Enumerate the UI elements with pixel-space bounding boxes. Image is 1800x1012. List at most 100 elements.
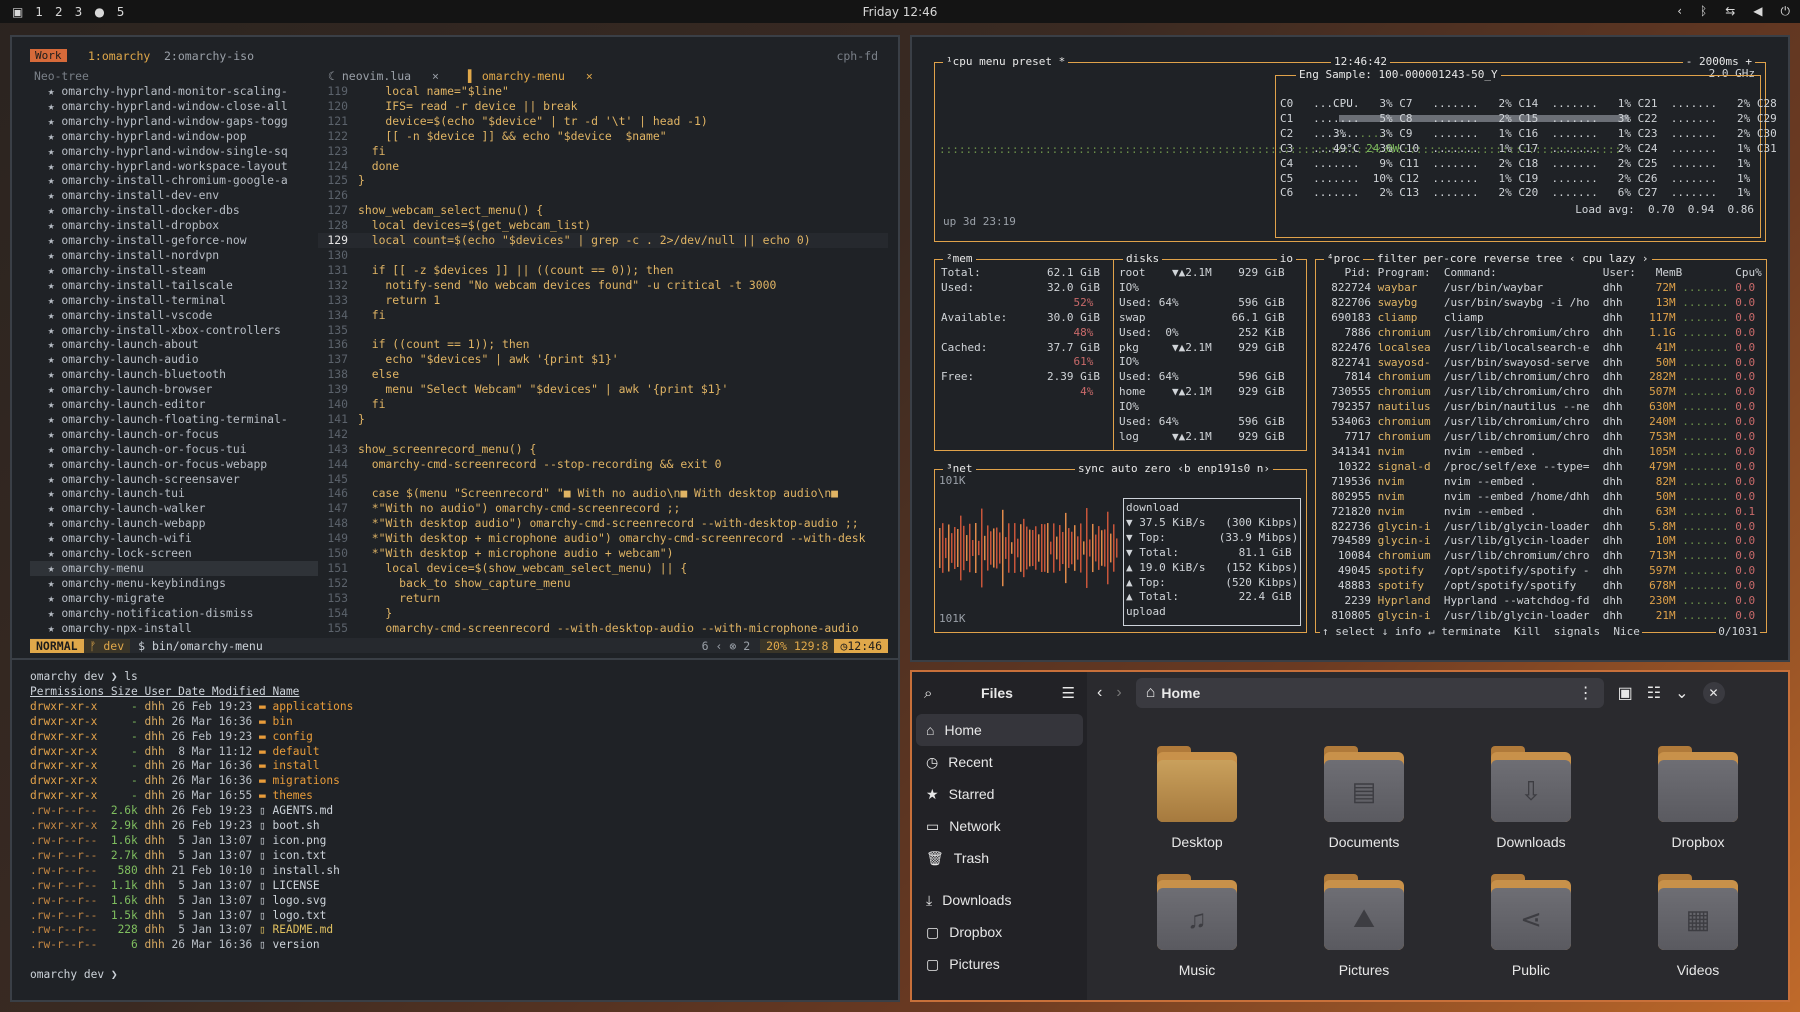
tree-item[interactable]: ★ omarchy-hyprland-window-close-all <box>30 99 318 114</box>
tmux-window-1[interactable]: 1:omarchy <box>88 49 150 63</box>
process-row[interactable]: 7717 chromium /usr/lib/chromium/chro dhh… <box>1318 430 1755 445</box>
folder-dropbox[interactable]: Dropbox <box>1653 746 1743 850</box>
files-window[interactable]: ⌕ Files ☰ ⌂ Home ◷ Recent ★ Starred ▭ Network 🗑 T… <box>910 670 1790 1002</box>
place-network[interactable]: ▭ Network <box>912 810 1087 842</box>
terminal-window[interactable]: omarchy dev ❯ ls Permissions Size User Da… <box>10 660 900 1002</box>
tree-item[interactable]: ★ omarchy-hyprland-monitor-scaling- <box>30 84 318 99</box>
neovim-window[interactable]: Work 1:omarchy 2:omarchy-iso cph-fd Neo-… <box>10 35 900 660</box>
tree-item[interactable]: ★ omarchy-install-geforce-now <box>30 233 318 248</box>
tab-omarchy-menu[interactable]: ▌ omarchy-menu × <box>468 69 593 83</box>
process-row[interactable]: 822706 swaybg /usr/bin/swaybg -i /ho dhh… <box>1318 296 1755 311</box>
menu-button[interactable]: menu <box>979 55 1006 68</box>
tree-item[interactable]: ★ omarchy-install-xbox-controllers <box>30 323 318 338</box>
tray-icon-4[interactable]: ⏻ <box>1781 4 1791 19</box>
process-list[interactable]: 822724 waybar /usr/bin/waybar dhh 72M ..… <box>1318 281 1755 624</box>
place-downloads[interactable]: ⤓ Downloads <box>912 884 1087 916</box>
process-row[interactable]: 721820 nvim nvim --embed . dhh 63M .....… <box>1318 505 1755 520</box>
proc-options[interactable]: filter per-core reverse tree ‹ cpu lazy … <box>1374 252 1652 265</box>
tree-item[interactable]: ★ omarchy-launch-bluetooth <box>30 367 318 382</box>
folder-documents[interactable]: ▤ Documents <box>1319 746 1409 850</box>
process-row[interactable]: 719536 nvim nvim --embed . dhh 82M .....… <box>1318 475 1755 490</box>
close-icon[interactable]: ✕ <box>1702 682 1725 704</box>
search-icon[interactable]: ⌕ <box>924 685 932 702</box>
tree-item[interactable]: ★ omarchy-launch-walker <box>30 501 318 516</box>
tree-item[interactable]: ★ omarchy-menu <box>30 561 318 576</box>
tree-item[interactable]: ★ omarchy-install-chromium-google-a <box>30 173 318 188</box>
process-row[interactable]: 822476 localsea /usr/lib/localsearch-e d… <box>1318 341 1755 356</box>
tree-item[interactable]: ★ omarchy-install-vscode <box>30 308 318 323</box>
tab-neovim-lua[interactable]: ☾ neovim.lua × <box>328 69 439 83</box>
process-row[interactable]: 7814 chromium /usr/lib/chromium/chro dhh… <box>1318 370 1755 385</box>
folder-videos[interactable]: ▦ Videos <box>1653 874 1743 978</box>
tree-item[interactable]: ★ omarchy-launch-editor <box>30 397 318 412</box>
tray-icon-3[interactable]: ◀ <box>1753 4 1762 19</box>
btop-window[interactable]: ¹cpu menu preset * 12:46:42 - 2000ms + 2… <box>910 35 1790 662</box>
file-name[interactable]: ▬ themes <box>259 789 313 802</box>
file-name[interactable]: ▯ boot.sh <box>259 819 320 832</box>
process-row[interactable]: 794589 glycin-i /usr/lib/glycin-loader d… <box>1318 534 1755 549</box>
file-name[interactable]: ▬ bin <box>259 715 293 728</box>
workspace-2[interactable]: 2 <box>55 5 63 19</box>
process-row[interactable]: 730555 chromium /usr/lib/chromium/chro d… <box>1318 385 1755 400</box>
menu-icon[interactable]: ☰ <box>1062 684 1075 702</box>
tree-item[interactable]: ★ omarchy-launch-browser <box>30 382 318 397</box>
file-name[interactable]: ▯ AGENTS.md <box>259 804 333 817</box>
process-row[interactable]: 802955 nvim nvim --embed /home/dhh dhh 5… <box>1318 490 1755 505</box>
tree-item[interactable]: ★ omarchy-notification-dismiss <box>30 606 318 621</box>
file-name[interactable]: ▯ logo.txt <box>259 909 326 922</box>
tree-item[interactable]: ★ omarchy-launch-audio <box>30 352 318 367</box>
tree-item[interactable]: ★ omarchy-launch-wifi <box>30 531 318 546</box>
file-name[interactable]: ▬ config <box>259 730 313 743</box>
workspace-1[interactable]: 1 <box>35 5 43 19</box>
file-name[interactable]: ▬ migrations <box>259 774 340 787</box>
path-bar[interactable]: ⌂ Home ⋮ <box>1135 678 1604 708</box>
folder-downloads[interactable]: ⇩ Downloads <box>1486 746 1576 850</box>
clock[interactable]: Friday 12:46 <box>863 5 938 19</box>
tree-item[interactable]: ★ omarchy-launch-or-focus-tui <box>30 442 318 457</box>
preset-button[interactable]: preset * <box>1012 55 1065 68</box>
tray-icon-1[interactable]: ᛒ <box>1700 4 1707 19</box>
process-row[interactable]: 822736 glycin-i /usr/lib/glycin-loader d… <box>1318 520 1755 535</box>
file-name[interactable]: ▯ logo.svg <box>259 894 326 907</box>
process-row[interactable]: 534063 chromium /usr/lib/chromium/chro d… <box>1318 415 1755 430</box>
folder-desktop[interactable]: Desktop <box>1152 746 1242 850</box>
tree-item[interactable]: ★ omarchy-lock-screen <box>30 546 318 561</box>
tree-item[interactable]: ★ omarchy-launch-or-focus-webapp <box>30 457 318 472</box>
tree-item[interactable]: ★ omarchy-hyprland-window-gaps-togg <box>30 114 318 129</box>
folder-music[interactable]: ♫ Music <box>1152 874 1242 978</box>
process-row[interactable]: 822724 waybar /usr/bin/waybar dhh 72M ..… <box>1318 281 1755 296</box>
net-options[interactable]: sync auto zero ‹b enp191s0 n› <box>1075 462 1274 475</box>
process-row[interactable]: 10084 chromium /usr/lib/chromium/chro dh… <box>1318 549 1755 564</box>
tree-item[interactable]: ★ omarchy-migrate <box>30 591 318 606</box>
io-toggle[interactable]: io <box>1276 252 1296 265</box>
tmux-window-2[interactable]: 2:omarchy-iso <box>164 49 254 63</box>
proc-footer[interactable]: ↑ select ↓ info ↵ terminate Kill signals… <box>1320 625 1642 640</box>
back-icon[interactable]: ‹ <box>1097 684 1102 702</box>
process-row[interactable]: 690183 cliamp cliamp dhh 117M ....... 0.… <box>1318 311 1755 326</box>
process-row[interactable]: 792357 nautilus /usr/bin/nautilus --ne d… <box>1318 400 1755 415</box>
file-tree[interactable]: ★ omarchy-hyprland-monitor-scaling- ★ om… <box>30 84 318 644</box>
tree-item[interactable]: ★ omarchy-install-steam <box>30 263 318 278</box>
file-name[interactable]: ▯ version <box>259 938 320 951</box>
tree-item[interactable]: ★ omarchy-hyprland-window-single-sq <box>30 144 318 159</box>
close-icon[interactable]: × <box>586 69 593 83</box>
folder-public[interactable]: ⋖ Public <box>1486 874 1576 978</box>
process-row[interactable]: 10322 signal-d /proc/self/exe --type= dh… <box>1318 460 1755 475</box>
tree-item[interactable]: ★ omarchy-launch-floating-terminal- <box>30 412 318 427</box>
file-name[interactable]: ▬ install <box>259 759 320 772</box>
tree-item[interactable]: ★ omarchy-launch-screensaver <box>30 472 318 487</box>
tray-icon-2[interactable]: ⇆ <box>1725 4 1735 19</box>
tree-item[interactable]: ★ omarchy-hyprland-window-pop <box>30 129 318 144</box>
workspace-4[interactable]: ● <box>94 5 104 19</box>
more-icon[interactable]: ⋮ <box>1578 683 1594 703</box>
place-pictures[interactable]: ▢ Pictures <box>912 948 1087 980</box>
tree-item[interactable]: ★ omarchy-launch-tui <box>30 486 318 501</box>
file-name[interactable]: ▬ applications <box>259 700 353 713</box>
workspace-5[interactable]: 5 <box>117 5 125 19</box>
tray-icon-0[interactable]: ‹ <box>1677 4 1682 19</box>
tree-item[interactable]: ★ omarchy-install-nordvpn <box>30 248 318 263</box>
place-dropbox[interactable]: ▢ Dropbox <box>912 916 1087 948</box>
file-name[interactable]: ▯ install.sh <box>259 864 340 877</box>
place-recent[interactable]: ◷ Recent <box>912 746 1087 778</box>
process-row[interactable]: 341341 nvim nvim --embed . dhh 105M ....… <box>1318 445 1755 460</box>
